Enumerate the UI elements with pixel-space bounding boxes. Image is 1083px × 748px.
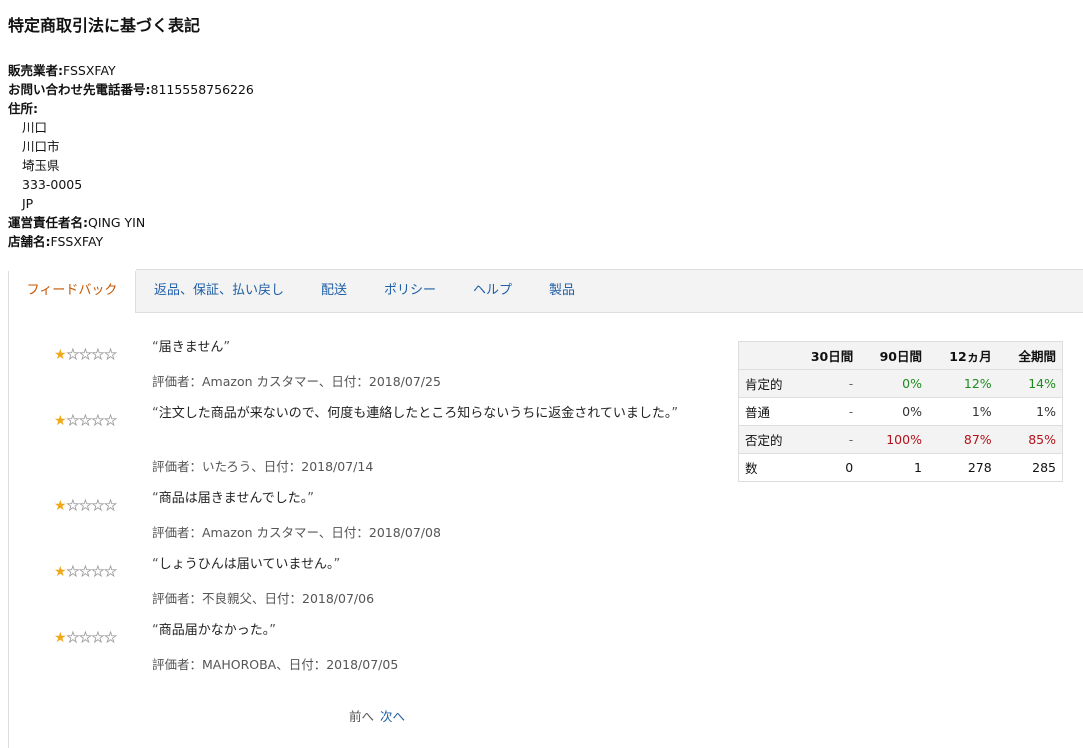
stats-cell: 285 <box>997 453 1063 482</box>
stats-header-30d: 30日間 <box>796 341 860 370</box>
prev-page-link: 前へ <box>349 709 375 724</box>
stats-cell: 87% <box>927 425 998 454</box>
stats-row-label: 普通 <box>738 397 797 426</box>
star-filled-icon: ★ <box>54 498 67 514</box>
review-rater: 評価者：Amazon カスタマー、日付：2018/07/25 <box>152 374 441 389</box>
star-rating: ★★★★★ <box>54 564 117 581</box>
phone-value: 8115558756226 <box>150 82 254 97</box>
star-empty-icon: ★★★★ <box>66 630 117 647</box>
phone-row: お問い合わせ先電話番号:8115558756226 <box>8 80 254 99</box>
manager-value: QING YIN <box>88 215 146 230</box>
tab-feedback[interactable]: フィードバック <box>8 269 136 313</box>
tab-products[interactable]: 製品 <box>549 270 575 313</box>
stats-cell: - <box>796 425 860 454</box>
tab-bar: フィードバック 返品、保証、払い戻し 配送 ポリシー ヘルプ 製品 <box>8 269 1083 313</box>
tab-returns[interactable]: 返品、保証、払い戻し <box>154 270 284 313</box>
tab-help[interactable]: ヘルプ <box>473 270 512 313</box>
stats-cell: 0% <box>859 397 928 426</box>
business-label: 販売業者: <box>8 63 63 78</box>
manager-row: 運営責任者名:QING YIN <box>8 213 254 232</box>
stats-row-label: 否定的 <box>738 425 797 454</box>
stats-cell: 0 <box>796 453 860 482</box>
star-filled-icon: ★ <box>54 564 67 580</box>
stats-header-90d: 90日間 <box>859 341 928 370</box>
business-value: FSSXFAY <box>63 63 116 78</box>
star-filled-icon: ★ <box>54 630 67 646</box>
stats-row-positive: 肯定的 - 0% 12% 14% <box>738 369 1063 398</box>
manager-label: 運営責任者名: <box>8 215 88 230</box>
stats-cell: 100% <box>859 425 928 454</box>
review-text-content: 商品届かなかった。 <box>158 623 270 638</box>
tab-policy[interactable]: ポリシー <box>384 270 436 313</box>
stats-cell: - <box>796 369 860 398</box>
stats-cell: 1% <box>997 397 1063 426</box>
address-line: 埼玉県 <box>22 158 60 173</box>
stats-cell: 14% <box>997 369 1063 398</box>
feedback-stats-table: 30日間 90日間 12ヵ月 全期間 肯定的 - 0% 12% 14% 普通 -… <box>738 341 1063 482</box>
stats-cell: - <box>796 397 860 426</box>
review-text: “注文した商品が来ないので、何度も連絡したところ知らないうちに返金されていました… <box>152 406 679 421</box>
review-rater: 評価者：MAHOROBA、日付：2018/07/05 <box>152 657 399 672</box>
star-empty-icon: ★★★★ <box>66 347 117 364</box>
address-line: JP <box>22 196 34 211</box>
store-label: 店舗名: <box>8 234 51 249</box>
phone-label: お問い合わせ先電話番号: <box>8 82 151 97</box>
page-title: 特定商取引法に基づく表記 <box>8 16 201 35</box>
store-row: 店舗名:FSSXFAY <box>8 232 254 251</box>
stats-header-blank <box>738 341 797 370</box>
review-text: “しょうひんは届いていません。” <box>152 557 341 572</box>
review-rater: 評価者：いたろう、日付：2018/07/14 <box>152 459 374 474</box>
stats-cell: 278 <box>927 453 998 482</box>
store-value: FSSXFAY <box>50 234 104 249</box>
stats-header-12m: 12ヵ月 <box>927 341 998 370</box>
star-empty-icon: ★★★★ <box>66 413 117 430</box>
seller-info: 販売業者:FSSXFAY お問い合わせ先電話番号:8115558756226 住… <box>8 61 254 251</box>
star-rating: ★★★★★ <box>54 413 117 430</box>
stats-cell: 1% <box>927 397 998 426</box>
tab-shipping[interactable]: 配送 <box>321 270 347 313</box>
review-rater: 評価者：不良親父、日付：2018/07/06 <box>152 591 375 606</box>
stats-cell: 0% <box>859 369 928 398</box>
star-empty-icon: ★★★★ <box>66 498 117 515</box>
review-text: “商品は届きませんでした。” <box>152 491 314 506</box>
address-line: 川口 <box>22 120 48 135</box>
review-text-content: 届きません <box>158 340 224 355</box>
star-filled-icon: ★ <box>54 347 67 363</box>
stats-cell: 12% <box>927 369 998 398</box>
stats-cell: 85% <box>997 425 1063 454</box>
stats-header-all: 全期間 <box>997 341 1063 370</box>
star-rating: ★★★★★ <box>54 498 117 515</box>
review-text-content: 商品は届きませんでした。 <box>158 491 308 506</box>
star-empty-icon: ★★★★ <box>66 564 117 581</box>
stats-row-label: 数 <box>738 453 797 482</box>
address-line: 333-0005 <box>22 177 83 192</box>
star-rating: ★★★★★ <box>54 630 117 647</box>
review-text-content: しょうひんは届いていません。 <box>158 557 334 572</box>
stats-row-neutral: 普通 - 0% 1% 1% <box>738 397 1063 426</box>
stats-row-label: 肯定的 <box>738 369 797 398</box>
pagination: 前へ 次へ <box>349 706 405 725</box>
stats-cell: 1 <box>859 453 928 482</box>
address-label: 住所: <box>8 101 38 116</box>
review-text: “届きません” <box>152 340 231 355</box>
star-rating: ★★★★★ <box>54 347 117 364</box>
content-border <box>8 313 9 748</box>
review-text-content: 注文した商品が来ないので、何度も連絡したところ知らないうちに返金されていました。 <box>158 406 672 421</box>
stats-header-row: 30日間 90日間 12ヵ月 全期間 <box>738 341 1063 370</box>
review-text: “商品届かなかった。” <box>152 623 277 638</box>
stats-row-negative: 否定的 - 100% 87% 85% <box>738 425 1063 454</box>
address-row: 住所: <box>8 99 254 118</box>
star-filled-icon: ★ <box>54 413 67 429</box>
address-line: 川口市 <box>22 139 60 154</box>
next-page-link[interactable]: 次へ <box>380 709 405 724</box>
business-row: 販売業者:FSSXFAY <box>8 61 254 80</box>
review-rater: 評価者：Amazon カスタマー、日付：2018/07/08 <box>152 525 441 540</box>
stats-row-count: 数 0 1 278 285 <box>738 453 1063 482</box>
